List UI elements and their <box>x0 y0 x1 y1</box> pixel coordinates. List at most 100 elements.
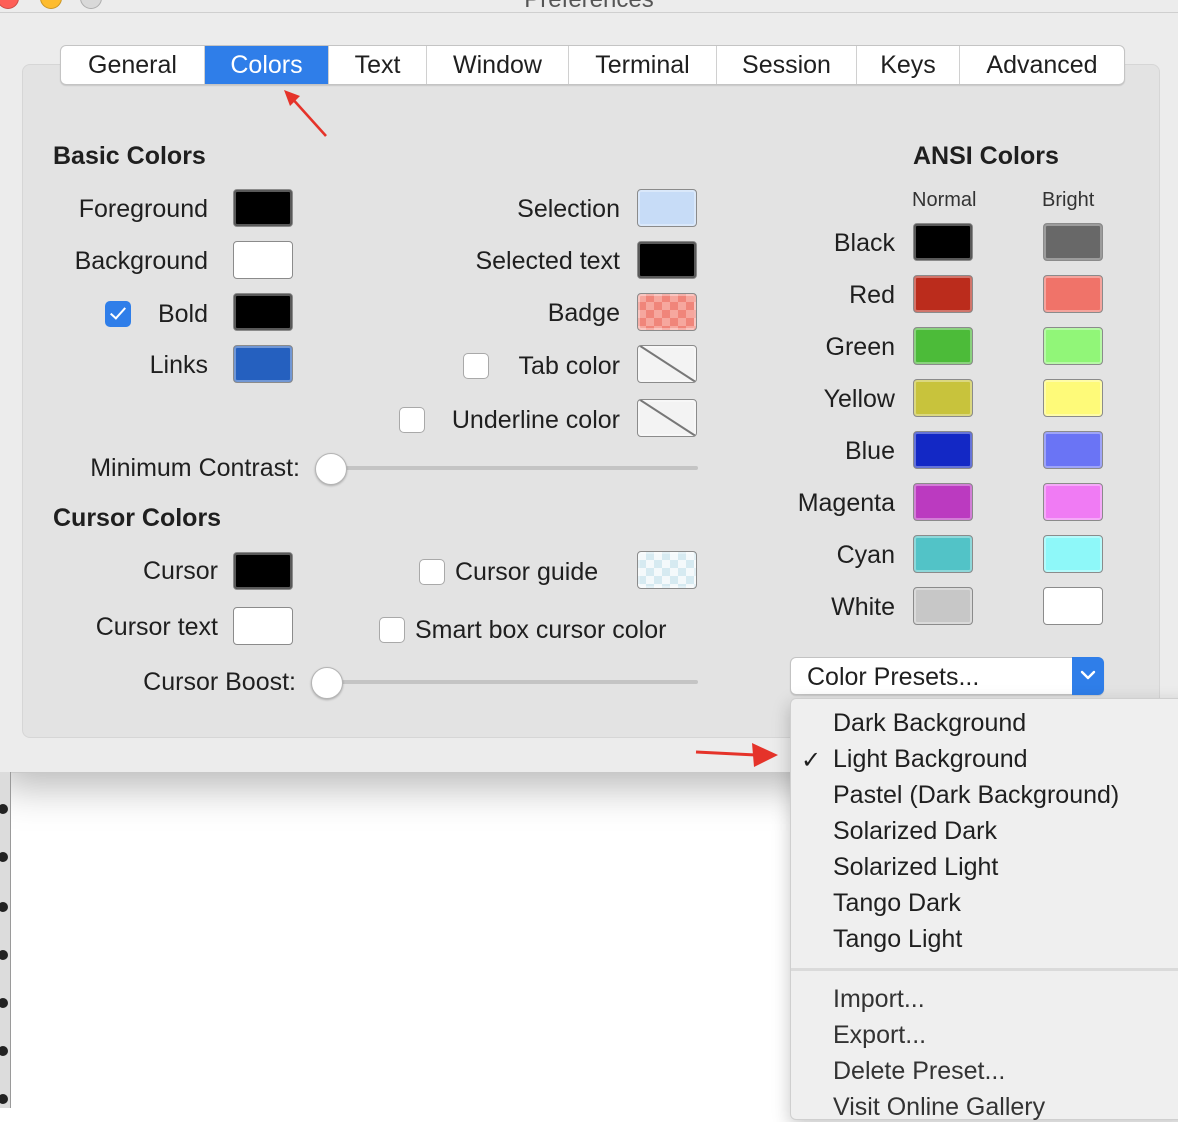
links-label: Links <box>149 351 208 379</box>
cursor-boost-track[interactable] <box>326 680 698 684</box>
tab-terminal[interactable]: Terminal <box>569 46 717 84</box>
ansi-label-green: Green <box>825 333 895 361</box>
ansi-normal-header: Normal <box>912 189 977 211</box>
ansi-normal-yellow-swatch[interactable] <box>913 379 973 417</box>
cursor-text-label: Cursor text <box>95 613 218 641</box>
foreground-swatch[interactable] <box>233 189 293 227</box>
cursor-text-swatch[interactable] <box>233 607 293 645</box>
tab-colors[interactable]: Colors <box>205 46 329 84</box>
ansi-bright-red-swatch[interactable] <box>1043 275 1103 313</box>
ansi-bright-cyan-swatch[interactable] <box>1043 535 1103 573</box>
annotation-arrow-icon <box>284 90 327 137</box>
badge-swatch[interactable] <box>637 293 697 331</box>
cursor-label: Cursor <box>142 557 218 585</box>
ansi-label-white: White <box>831 593 895 621</box>
tab-text[interactable]: Text <box>329 46 427 84</box>
ansi-bright-blue-swatch[interactable] <box>1043 431 1103 469</box>
ansi-bright-white-swatch[interactable] <box>1043 587 1103 625</box>
annotation-arrow-icon <box>695 743 778 767</box>
title-bar: Preferences <box>0 0 1178 12</box>
tab-advanced[interactable]: Advanced <box>960 46 1124 84</box>
basic-colors-heading: Basic Colors <box>53 142 206 170</box>
menu-item-solarized-light[interactable]: Solarized Light <box>833 853 998 882</box>
bold-label: Bold <box>157 300 208 328</box>
foreground-label: Foreground <box>78 195 208 223</box>
tab-window[interactable]: Window <box>427 46 569 84</box>
tab-bar: General Colors Text Window Terminal Sess… <box>60 45 1125 85</box>
ansi-label-yellow: Yellow <box>823 385 895 413</box>
underline-color-swatch[interactable] <box>637 399 697 437</box>
tab-color-checkbox[interactable] <box>463 353 489 379</box>
ansi-bright-yellow-swatch[interactable] <box>1043 379 1103 417</box>
terminal-dot <box>0 1046 8 1056</box>
ansi-label-magenta: Magenta <box>797 489 895 517</box>
smart-box-cursor-label: Smart box cursor color <box>415 616 667 644</box>
tab-color-label: Tab color <box>518 352 620 380</box>
links-swatch[interactable] <box>233 345 293 383</box>
ansi-label-blue: Blue <box>844 437 895 465</box>
minimum-contrast-track[interactable] <box>330 466 698 470</box>
cursor-swatch[interactable] <box>233 552 293 590</box>
title-divider <box>0 12 1178 13</box>
background-label: Background <box>74 247 208 275</box>
color-presets-label: Color Presets... <box>807 663 980 691</box>
ansi-bright-magenta-swatch[interactable] <box>1043 483 1103 521</box>
color-presets-dropdown[interactable]: Color Presets... <box>790 657 1104 695</box>
minimum-contrast-label: Minimum Contrast: <box>90 454 300 482</box>
ansi-bright-header: Bright <box>1042 189 1095 211</box>
smart-box-cursor-checkbox[interactable] <box>379 617 405 643</box>
ansi-label-black: Black <box>833 229 895 257</box>
background-swatch[interactable] <box>233 241 293 279</box>
ansi-normal-cyan-swatch[interactable] <box>913 535 973 573</box>
cursor-boost-knob[interactable] <box>311 667 343 699</box>
terminal-dot <box>0 902 8 912</box>
bold-checkbox[interactable] <box>105 301 131 327</box>
ansi-normal-magenta-swatch[interactable] <box>913 483 973 521</box>
menu-item-tango-dark[interactable]: Tango Dark <box>833 889 961 918</box>
menu-item-dark-background[interactable]: Dark Background <box>833 709 1026 738</box>
cursor-boost-label: Cursor Boost: <box>143 668 296 696</box>
cursor-guide-swatch[interactable] <box>637 551 697 589</box>
underline-color-checkbox[interactable] <box>399 407 425 433</box>
ansi-normal-white-swatch[interactable] <box>913 587 973 625</box>
bold-swatch[interactable] <box>233 293 293 331</box>
tab-general[interactable]: General <box>61 46 205 84</box>
ansi-bright-green-swatch[interactable] <box>1043 327 1103 365</box>
menu-item-tango-light[interactable]: Tango Light <box>833 925 962 954</box>
cursor-guide-label: Cursor guide <box>455 558 599 586</box>
terminal-window-edge <box>0 772 11 1108</box>
selection-swatch[interactable] <box>637 189 697 227</box>
preferences-window: Preferences General Colors Text Window T… <box>0 0 1178 773</box>
menu-item-solarized-dark[interactable]: Solarized Dark <box>833 817 997 846</box>
selected-text-label: Selected text <box>475 247 620 275</box>
menu-item-pastel-dark-background[interactable]: Pastel (Dark Background) <box>833 781 1119 810</box>
tab-session[interactable]: Session <box>717 46 857 84</box>
terminal-dot <box>0 804 8 814</box>
ansi-normal-red-swatch[interactable] <box>913 275 973 313</box>
menu-item-import[interactable]: Import... <box>833 985 925 1014</box>
window-title: Preferences <box>0 0 1178 12</box>
minimum-contrast-knob[interactable] <box>315 453 347 485</box>
menu-item-export[interactable]: Export... <box>833 1021 926 1050</box>
cursor-colors-heading: Cursor Colors <box>53 504 222 532</box>
chevron-down-icon[interactable] <box>1072 657 1104 695</box>
selection-label: Selection <box>517 195 620 223</box>
checkmark-icon: ✓ <box>801 747 822 774</box>
color-presets-menu: ✓ Dark Background Light Background Paste… <box>790 698 1178 1121</box>
tab-color-swatch[interactable] <box>637 345 697 383</box>
ansi-normal-green-swatch[interactable] <box>913 327 973 365</box>
ansi-bright-black-swatch[interactable] <box>1043 223 1103 261</box>
cursor-guide-checkbox[interactable] <box>419 559 445 585</box>
menu-item-light-background[interactable]: Light Background <box>833 745 1028 774</box>
terminal-dot <box>0 1094 8 1104</box>
ansi-normal-black-swatch[interactable] <box>913 223 973 261</box>
ansi-normal-blue-swatch[interactable] <box>913 431 973 469</box>
menu-item-delete-preset[interactable]: Delete Preset... <box>833 1057 1005 1086</box>
selected-text-swatch[interactable] <box>637 241 697 279</box>
tab-keys[interactable]: Keys <box>857 46 960 84</box>
terminal-dot <box>0 950 8 960</box>
ansi-colors-heading: ANSI Colors <box>913 142 1059 170</box>
terminal-dot <box>0 998 8 1008</box>
ansi-label-cyan: Cyan <box>836 541 895 569</box>
menu-separator <box>791 968 1178 971</box>
